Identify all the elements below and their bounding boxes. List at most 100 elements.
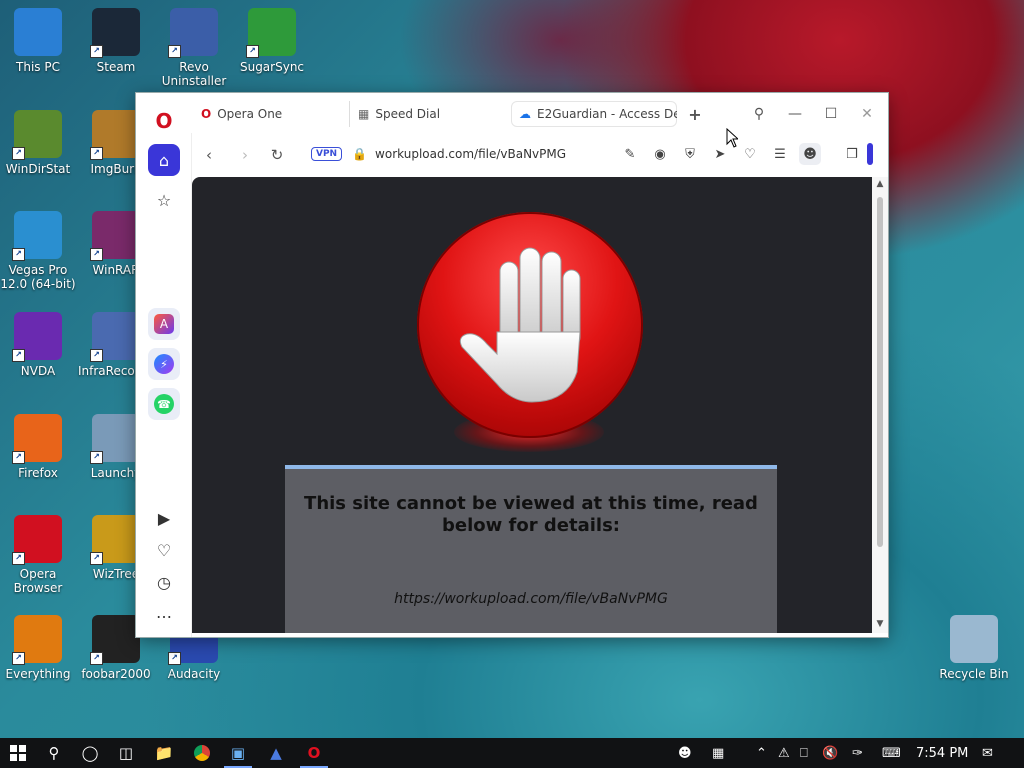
desktop-icon[interactable]: ↗ WinDirStat	[0, 110, 76, 176]
cortana-icon[interactable]: ◯	[72, 738, 108, 768]
notifications-icon[interactable]: ✉	[982, 738, 993, 768]
minimize-button[interactable]: —	[781, 101, 809, 127]
blocked-url: https://workupload.com/file/vBaNvPMG	[394, 591, 668, 607]
desktop-icon[interactable]: ↗ Firefox	[0, 414, 76, 480]
file-explorer-icon[interactable]: 📁	[146, 738, 182, 768]
taskbar: ⚲ ◯ ◫ 📁 ▣ ▲ O ☻ ▦ ⌃ ⚠ ⎕ 🔇 ✑ ⌨ 7:54 PM ✉	[0, 738, 1024, 768]
desktop-icon[interactable]: ↗ SugarSync	[234, 8, 310, 74]
search-icon[interactable]: ⚲	[36, 738, 72, 768]
desktop-icon[interactable]: ↗ Opera Browser	[0, 515, 76, 595]
camera-icon[interactable]: ◉	[649, 143, 671, 165]
profile-icon[interactable]: ☻	[799, 143, 821, 165]
vegas-pro-icon: ↗	[12, 211, 62, 261]
desktop-icon[interactable]: ↗ Revo Uninstaller	[156, 8, 232, 88]
desktop-icon-label: Recycle Bin	[939, 667, 1009, 681]
everything-icon: ↗	[12, 615, 62, 665]
edit-icon[interactable]: ✎	[619, 143, 641, 165]
scroll-down-icon[interactable]: ▼	[874, 619, 886, 631]
desktop-icon-label: This PC	[16, 60, 60, 74]
desktop-icon[interactable]: This PC	[0, 8, 76, 74]
recycle-bin-icon	[950, 615, 998, 663]
tab-e2guardian[interactable]: ☁ E2Guardian - Access Deni	[511, 101, 677, 127]
windirstat-icon: ↗	[12, 110, 62, 160]
shortcut-arrow-icon: ↗	[90, 45, 103, 58]
history-icon[interactable]: ◷	[148, 566, 180, 598]
tab-opera-one[interactable]: O Opera One	[193, 101, 345, 127]
address-bar: ‹ › ↻ VPN 🔒 workupload.com/file/vBaNvPMG…	[191, 133, 888, 175]
keyboard-icon[interactable]: ⌨	[882, 738, 901, 768]
chrome-icon[interactable]	[184, 738, 220, 768]
desktop-icon[interactable]: ↗ Vegas Pro 12.0 (64-bit)	[0, 211, 76, 291]
forward-button[interactable]: ›	[233, 143, 257, 167]
vpn-badge[interactable]: VPN	[311, 147, 343, 161]
tab-speed-dial[interactable]: ▦ Speed Dial	[349, 101, 501, 127]
page-scrollbar[interactable]: ▲ ▼	[872, 177, 888, 633]
people-icon[interactable]: ☻	[678, 738, 692, 768]
shortcut-arrow-icon: ↗	[12, 248, 25, 261]
scroll-up-icon[interactable]: ▲	[874, 179, 886, 191]
whatsapp-icon[interactable]: ☎	[148, 388, 180, 420]
player-icon[interactable]: ▶	[148, 502, 180, 534]
nvda-icon: ↗	[12, 312, 62, 362]
shortcut-arrow-icon: ↗	[168, 652, 181, 665]
desktop-icon-label: Opera Browser	[13, 567, 63, 595]
desktop-icon-label: Audacity	[167, 667, 221, 681]
scroll-thumb[interactable]	[877, 197, 883, 547]
tab-bar: O Opera One ▦ Speed Dial ☁ E2Guardian - …	[191, 93, 888, 133]
aria-ai-icon[interactable]: A	[148, 308, 180, 340]
hand-graphic	[459, 247, 581, 403]
new-tab-button[interactable]: +	[681, 101, 709, 127]
bookmark-heart-icon[interactable]: ♡	[739, 143, 761, 165]
opera-taskbar-icon[interactable]: O	[296, 738, 332, 768]
steam-icon: ↗	[90, 8, 140, 58]
wiztree-icon: ↗	[90, 515, 140, 565]
reload-button[interactable]: ↻	[265, 143, 289, 167]
easy-setup-icon[interactable]: ☰	[769, 143, 791, 165]
extensions-icon[interactable]: ❒	[841, 143, 863, 165]
pinboard-icon[interactable]: ☆	[148, 184, 180, 216]
shortcut-arrow-icon: ↗	[90, 652, 103, 665]
desktop-icon-label: SugarSync	[239, 60, 305, 74]
tab-label: Speed Dial	[375, 107, 441, 121]
launchy-icon: ↗	[90, 414, 140, 464]
url-text[interactable]: workupload.com/file/vBaNvPMG	[375, 147, 566, 161]
desktop-icon-label: Revo Uninstaller	[161, 60, 227, 88]
block-message-box: This site cannot be viewed at this time,…	[285, 465, 777, 633]
show-hidden-icons[interactable]: ⌃	[756, 738, 767, 768]
app-taskbar-icon[interactable]: ▣	[220, 738, 256, 768]
opera-menu-icon[interactable]: O	[148, 105, 180, 137]
task-view-icon[interactable]: ◫	[108, 738, 144, 768]
speed-dial-icon: ▦	[358, 107, 370, 121]
back-button[interactable]: ‹	[197, 143, 221, 167]
shield-icon[interactable]: ⛨	[679, 143, 701, 165]
sidebar-toggle[interactable]	[867, 143, 873, 165]
security-icon[interactable]: ⚠	[778, 738, 790, 768]
maximize-button[interactable]: ☐	[817, 101, 845, 127]
search-tabs-icon[interactable]: ⚲	[745, 101, 773, 127]
app2-taskbar-icon[interactable]: ▲	[258, 738, 294, 768]
desktop-icon[interactable]: Recycle Bin	[936, 615, 1012, 681]
desktop-icon[interactable]: ↗ NVDA	[0, 312, 76, 378]
home-icon[interactable]: ⌂	[148, 144, 180, 176]
infrarecorder-icon: ↗	[90, 312, 140, 362]
firefox-icon: ↗	[12, 414, 62, 464]
network-icon[interactable]: ⎕	[800, 738, 808, 768]
volume-muted-icon[interactable]: 🔇	[822, 738, 838, 768]
messenger-icon[interactable]: ⚡	[148, 348, 180, 380]
more-icon[interactable]: …	[148, 596, 180, 628]
heart-icon[interactable]: ♡	[148, 534, 180, 566]
clock[interactable]: 7:54 PM	[916, 738, 968, 768]
desktop-icon-label: Steam	[96, 60, 136, 74]
desktop-icon[interactable]: ↗ Steam	[78, 8, 154, 74]
windows-logo-icon	[10, 745, 26, 761]
pen-icon[interactable]: ✑	[852, 738, 863, 768]
news-icon[interactable]: ▦	[712, 738, 724, 768]
desktop-icon[interactable]: ↗ Everything	[0, 615, 76, 681]
desktop-icon-label: foobar2000	[81, 667, 151, 681]
close-button[interactable]: ✕	[853, 101, 881, 127]
shortcut-arrow-icon: ↗	[90, 147, 103, 160]
start-button[interactable]	[0, 738, 36, 768]
lock-icon[interactable]: 🔒	[352, 147, 367, 161]
stop-hand-icon	[417, 212, 643, 438]
shortcut-arrow-icon: ↗	[12, 451, 25, 464]
